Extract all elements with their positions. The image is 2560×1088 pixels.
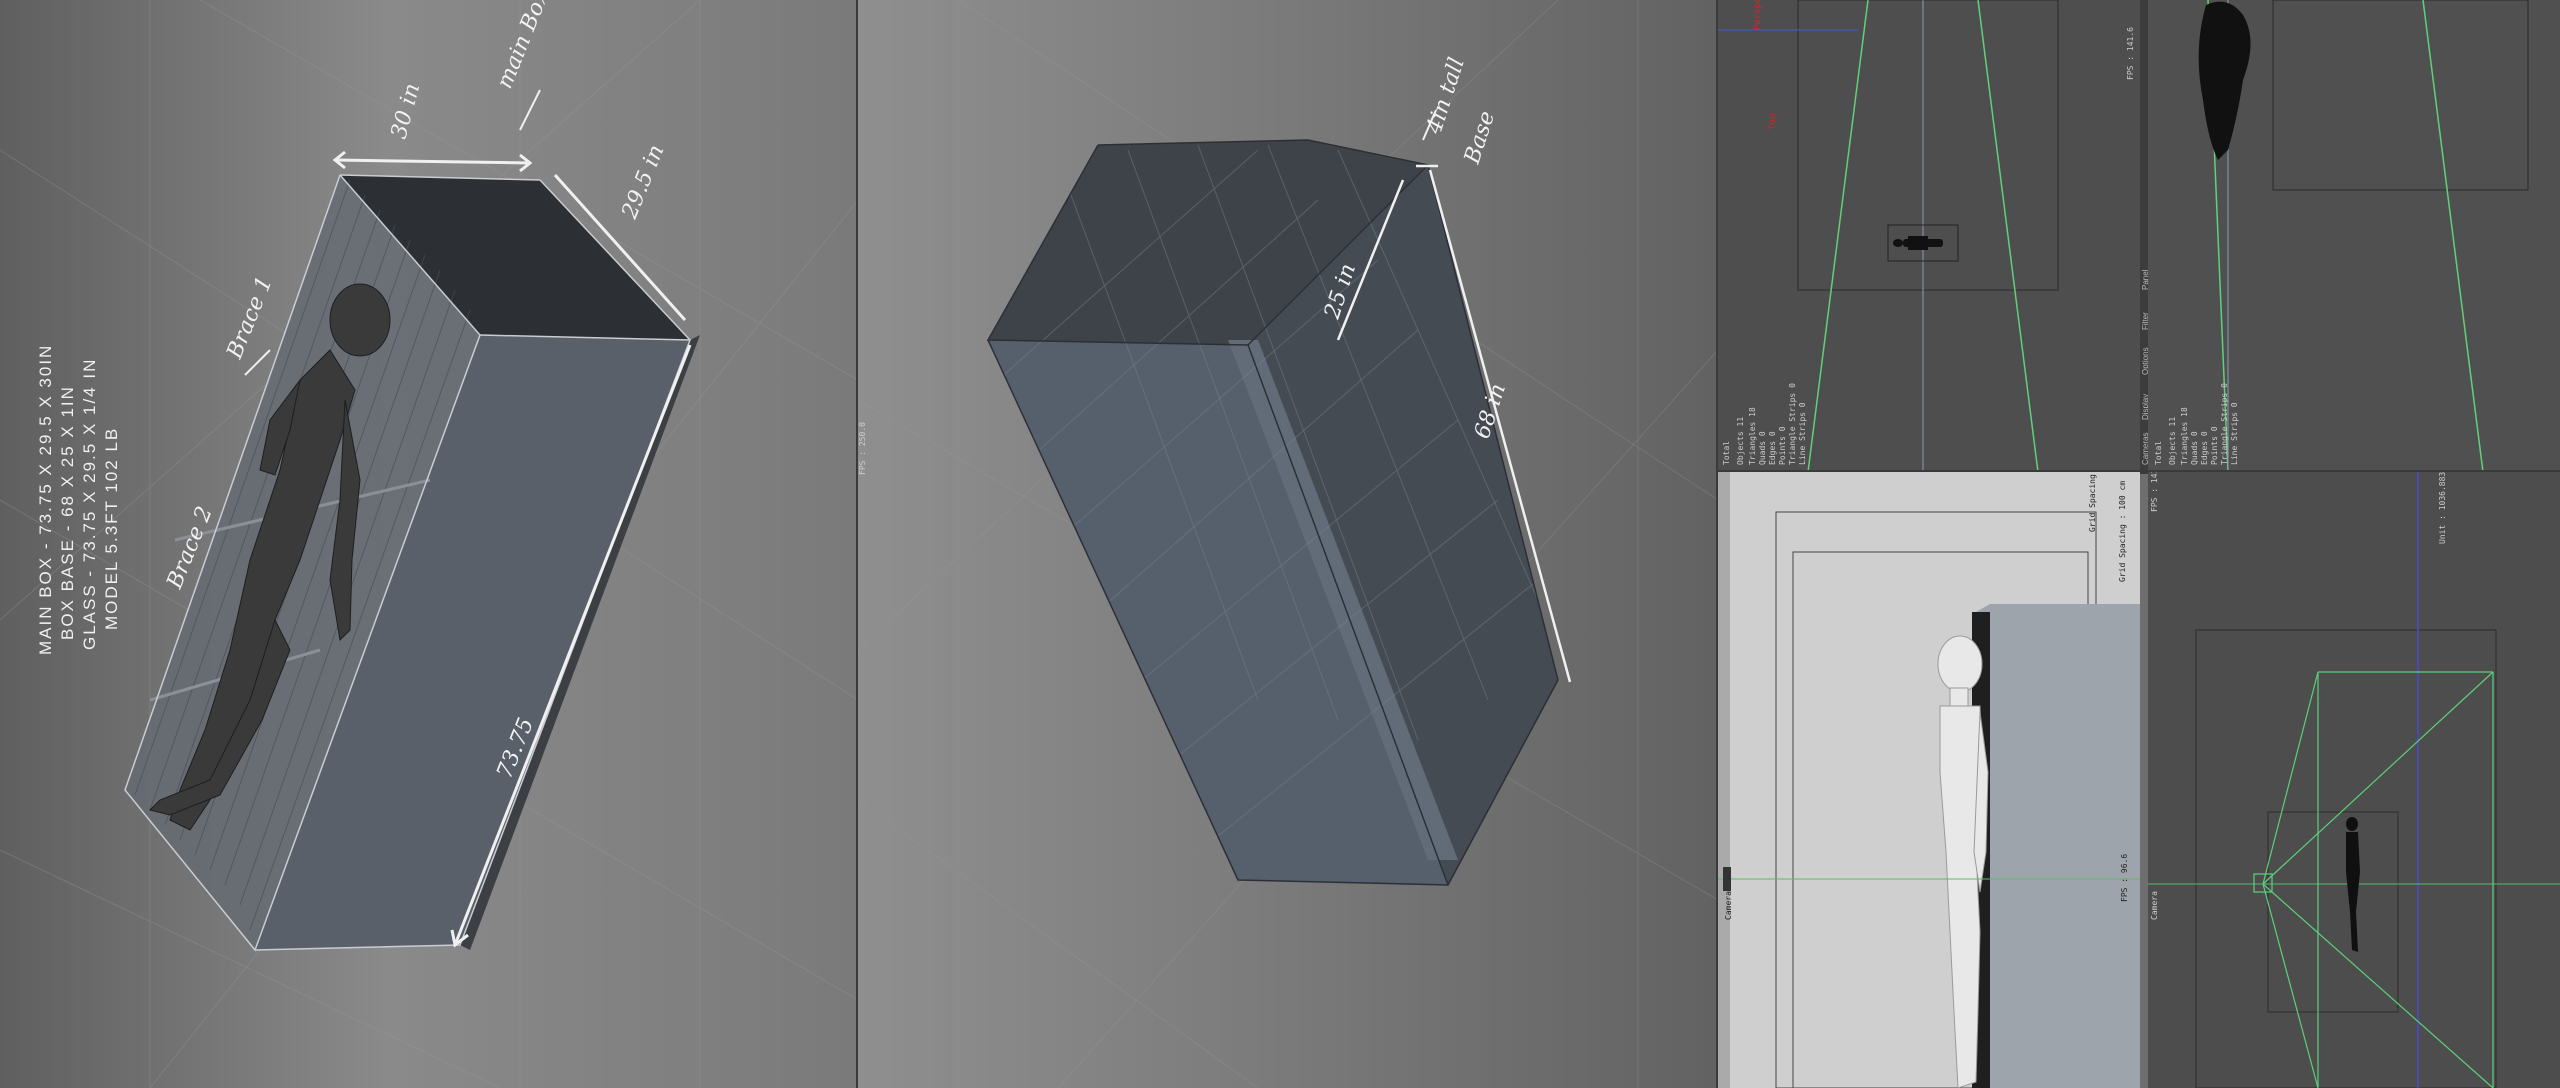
box-front-side [1976, 604, 2140, 1088]
annotation-main-box: main Box [492, 0, 554, 92]
annotation-depth: 29.5 in [617, 141, 669, 223]
annotation-base-height: 4in tall [1422, 55, 1470, 138]
camera-label: Camera [1724, 891, 1733, 920]
annotation-base: Base [1460, 108, 1501, 168]
base-box-render: 4in tall Base 25 in 68 in [858, 0, 1718, 1088]
unit-readout: Unit : 1036.883 cm [2438, 472, 2447, 544]
camera-frustum [2253, 671, 2494, 1088]
front-view-render [1718, 472, 2140, 1088]
stats-row: Edges 0 [2200, 431, 2209, 465]
stats-row: Quads 0 [2190, 431, 2199, 465]
annotation-width: 30 in [387, 81, 426, 142]
stats-row: Triangles 18 [2180, 407, 2189, 465]
fps-readout: FPS : 141.6 [2126, 27, 2135, 80]
figure-top-silhouette [1893, 236, 1943, 250]
main-box-render: 30 in main Box 29.5 in Brace 1 Brace 2 7… [0, 0, 858, 1088]
spec-model: MODEL 5.3FT 102 LB [102, 426, 121, 630]
stats-row: Triangle Strips 0 [1788, 383, 1797, 465]
stats-header: Total [2154, 440, 2163, 465]
stats-row: Line Strips 0 [2230, 402, 2239, 465]
top-view-render [1718, 0, 2059, 472]
red-label-perspective: Perspective [1753, 0, 1763, 30]
figure-side-silhouette [2346, 817, 2360, 952]
camera-label: Camera [2150, 891, 2159, 920]
stats-row: Line Strips 0 [1798, 402, 1807, 465]
stats-row: Quads 0 [1758, 431, 1767, 465]
stats-row: Edges 0 [1768, 431, 1777, 465]
grid-spacing-readout: Grid Spacing : 100 cm [2118, 480, 2127, 582]
spec-main-box: MAIN BOX - 73.75 X 29.5 X 30IN [36, 343, 55, 655]
fps-readout: FPS : 250.0 [858, 422, 867, 475]
stats-row: Points 0 [2210, 426, 2219, 465]
stats-row: Triangle Strips 0 [2220, 383, 2229, 465]
perspective-viewport-main-box[interactable]: 30 in main Box 29.5 in Brace 1 Brace 2 7… [0, 0, 858, 1088]
head-closeup-silhouette [2198, 1, 2251, 160]
stats-row: Triangles 18 [1748, 407, 1757, 465]
front-viewport[interactable]: Grid Spacing : 100 cm Grid Spacing : 100… [1718, 472, 2140, 1088]
grid-spacing-readout-b: Grid Spacing : 1000 cm [2088, 472, 2097, 532]
red-label-top: Top [1768, 113, 1778, 130]
fps-readout: FPS : 141.6 [2150, 472, 2159, 512]
stats-row: Objects 11 [1736, 416, 1745, 465]
stats-header: Total [1722, 440, 1731, 465]
fps-readout: FPS : 96.6 [2120, 853, 2129, 902]
right-top-viewport[interactable]: Total Objects 11 Triangles 18 Quads 0 Ed… [2148, 0, 2560, 472]
top-viewport[interactable]: Perspective Top Total Objects 11 Triangl… [1718, 0, 2140, 472]
perspective-viewport-base[interactable]: 4in tall Base 25 in 68 in FPS : 250.0 [858, 0, 1718, 1088]
right-top-render [2198, 0, 2529, 472]
side-view-render [2148, 472, 2560, 1088]
spec-glass: GLASS - 73.75 X 29.5 X 1/4 IN [80, 357, 99, 650]
right-bottom-viewport[interactable]: Unit : 1036.883 cm FPS : 141.6 Camera [2148, 472, 2560, 1088]
stats-row: Points 0 [1778, 426, 1787, 465]
stats-row: Objects 11 [2168, 416, 2177, 465]
spec-box-base: BOX BASE - 68 X 25 X 1IN [58, 385, 77, 640]
